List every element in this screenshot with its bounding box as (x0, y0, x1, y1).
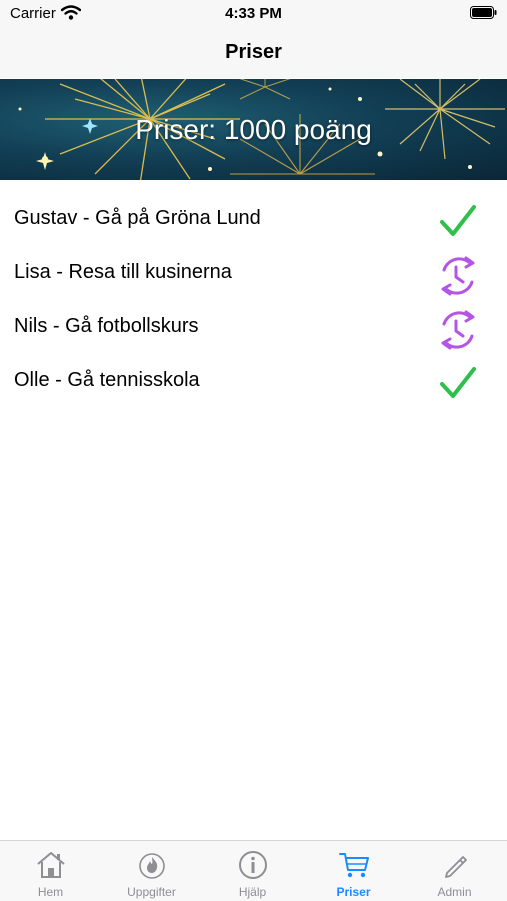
flame-icon (139, 853, 165, 879)
points-banner: Priser: 1000 poäng (0, 79, 507, 180)
status-bar: Carrier 4:33 PM (0, 0, 507, 28)
tab-uppgifter[interactable]: Uppgifter (101, 841, 202, 901)
info-icon (239, 851, 267, 879)
list-item[interactable]: Lisa - Resa till kusinerna (0, 248, 507, 302)
pending-clock-icon[interactable] (436, 254, 480, 298)
tab-hem[interactable]: Hem (0, 841, 101, 901)
tab-label: Hjälp (238, 885, 267, 899)
check-icon[interactable] (436, 200, 480, 244)
prize-list: Gustav - Gå på Gröna Lund Lisa - Resa ti… (0, 194, 507, 410)
prize-label: Olle - Gå tennisskola (14, 369, 200, 391)
tab-bar: Hem Uppgifter Hjälp Priser Admin (0, 840, 507, 901)
home-icon (37, 852, 65, 878)
tab-admin[interactable]: Admin (404, 841, 505, 901)
navigation-bar: Priser (0, 28, 507, 78)
list-item[interactable]: Gustav - Gå på Gröna Lund (0, 194, 507, 248)
list-item[interactable]: Olle - Gå tennisskola (0, 356, 507, 410)
tab-label: Priser (336, 885, 371, 899)
battery-icon (470, 6, 497, 19)
points-banner-title: Priser: 1000 poäng (135, 114, 372, 145)
tab-hjalp[interactable]: Hjälp (202, 841, 303, 901)
tab-priser[interactable]: Priser (303, 841, 404, 901)
pencil-icon (445, 856, 467, 878)
tab-label: Admin (437, 885, 472, 899)
tab-label: Hem (37, 885, 64, 899)
tab-label: Uppgifter (127, 885, 176, 899)
pending-clock-icon[interactable] (436, 308, 480, 352)
list-item[interactable]: Nils - Gå fotbollskurs (0, 302, 507, 356)
prize-label: Nils - Gå fotbollskurs (14, 315, 199, 337)
cart-icon (339, 853, 369, 878)
check-icon[interactable] (436, 362, 480, 406)
status-time: 4:33 PM (225, 5, 282, 22)
prize-label: Lisa - Resa till kusinerna (14, 261, 232, 283)
prize-label: Gustav - Gå på Gröna Lund (14, 207, 261, 229)
page-title: Priser (225, 41, 282, 63)
